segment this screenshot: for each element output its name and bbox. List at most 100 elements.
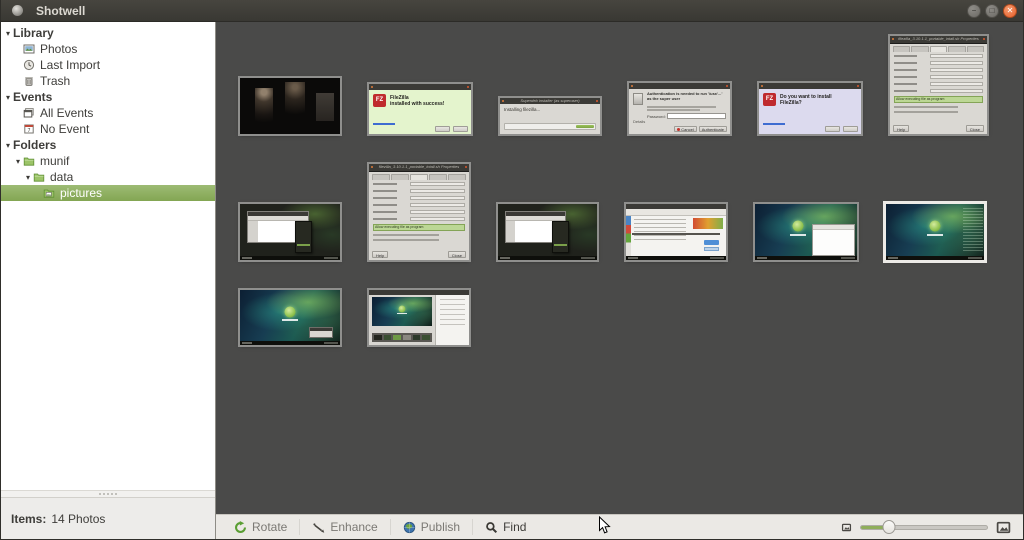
thumbnail-art-detail: filezilla_3.10.1.1_portable_intall.sh Pr… [890, 36, 987, 42]
thumbnail-art-detail: FZDo you want to installFileZilla? [759, 89, 861, 134]
thumbnail-art-detail [410, 203, 465, 207]
photo-thumbnail[interactable]: FZDo you want to installFileZilla? [759, 83, 861, 134]
thumbnail-size-large-icon[interactable] [996, 520, 1011, 535]
thumbnail-art-detail [373, 182, 465, 186]
sidebar-item-munif[interactable]: ▾munif [1, 153, 215, 169]
thumbnail-art-detail [927, 234, 943, 236]
thumbnail-art-detail [894, 83, 917, 85]
expander-icon[interactable]: ▾ [3, 93, 13, 102]
publish-button[interactable]: Publish [393, 517, 470, 538]
thumbnail-size-small-icon[interactable] [841, 522, 852, 533]
thumbnail-art-detail [647, 106, 716, 108]
thumbnail-art-detail [410, 196, 465, 200]
grip-dot [111, 493, 113, 495]
sidebar-item-events[interactable]: ▾Events [1, 89, 215, 105]
sidebar-item-folders[interactable]: ▾Folders [1, 137, 215, 153]
thumbnail-art-detail [894, 68, 983, 72]
sidebar-item-label: data [50, 170, 73, 184]
rotate-button[interactable]: Rotate [224, 517, 297, 538]
photo-grid-row: FZFileZillainstalled with success! Superd… [240, 36, 987, 134]
thumbnail-art-detail [894, 111, 958, 113]
thumbnail-art [240, 78, 340, 134]
sidebar-item-data[interactable]: ▾ data [1, 169, 215, 185]
find-button[interactable]: Find [475, 517, 536, 538]
thumbnail-art-detail [240, 341, 340, 345]
sidebar-item-last-import[interactable]: Last Import [1, 57, 215, 73]
photo-thumbnail[interactable] [498, 204, 597, 260]
thumbnail-art-detail: Allow executing file as program [894, 96, 983, 103]
thumbnail-art-detail [399, 305, 406, 312]
thumbnail-art [240, 290, 340, 345]
enhance-button[interactable]: Enhance [302, 517, 387, 538]
photo-thumbnail[interactable] [755, 204, 857, 260]
titlebar[interactable]: Shotwell −□✕ [1, 0, 1023, 22]
toolbar-button-label: Enhance [330, 520, 377, 534]
shotwell-window: Shotwell −□✕ ▾LibraryPhotosLast ImportTr… [0, 0, 1024, 540]
photo-thumbnail[interactable] [369, 290, 469, 345]
thumbnail-art-detail [373, 217, 465, 221]
thumbnail-art-detail: FZ [763, 93, 776, 106]
photo-thumbnail[interactable] [240, 204, 340, 260]
trash-icon [23, 75, 37, 87]
sidebar-item-photos[interactable]: Photos [1, 41, 215, 57]
thumbnail-art-detail [506, 221, 516, 242]
sidebar-item-pictures[interactable]: pictures [1, 185, 215, 201]
thumbnail-art-detail [893, 46, 984, 52]
thumbnail-art-detail: installed with success! [390, 101, 469, 107]
photo-thumbnail[interactable]: filezilla_3.10.1.1_portable_intall.sh Pr… [369, 164, 469, 260]
sidebar-item-library[interactable]: ▾Library [1, 25, 215, 41]
photo-thumbnail[interactable]: Superdeb installer (as superuser)Install… [500, 98, 600, 134]
sidebar-item-trash[interactable]: Trash [1, 73, 215, 89]
thumbnail-art-detail [576, 125, 594, 128]
thumbnail-art-detail [812, 224, 855, 255]
thumbnail-art-detail: Help [372, 251, 388, 258]
thumbnail-art-detail [410, 174, 428, 180]
photo-thumbnail[interactable] [240, 78, 340, 134]
thumbnail-art-detail [894, 76, 917, 78]
sidebar-item-no-event[interactable]: 7No Event [1, 121, 215, 137]
thumbnail-art-detail: HelpClose [372, 251, 466, 258]
minimize-button[interactable]: − [967, 4, 981, 18]
photo-grid-row [240, 290, 469, 345]
thumbnail-art-detail [843, 126, 858, 132]
photo-thumbnail[interactable] [626, 204, 726, 260]
expander-icon[interactable]: ▾ [23, 173, 33, 182]
photo-thumbnail[interactable] [240, 290, 340, 345]
grip-dot [99, 493, 101, 495]
thumbnail-art-detail: Allow executing file as program [894, 54, 983, 122]
photo-thumbnail[interactable]: filezilla_3.10.1.1_portable_intall.sh Pr… [890, 36, 987, 134]
photo-grid-row: filezilla_3.10.1.1_portable_intall.sh Pr… [240, 164, 984, 260]
publish-icon [403, 521, 416, 534]
toolbar-separator [390, 519, 391, 535]
toolbar-button-label: Publish [421, 520, 460, 534]
thumbnail-art-detail [297, 244, 310, 246]
grip-dot [107, 493, 109, 495]
expander-icon[interactable]: ▾ [3, 29, 13, 38]
expander-icon[interactable]: ▾ [3, 141, 13, 150]
close-button[interactable]: ✕ [1003, 4, 1017, 18]
thumbnail-art-detail: FZ [373, 94, 386, 107]
photo-thumbnail[interactable]: FZFileZillainstalled with success! [369, 84, 471, 134]
thumbnail-art-detail [285, 82, 305, 116]
thumbnail-art: filezilla_3.10.1.1_portable_intall.sh Pr… [890, 36, 987, 134]
thumbnail-art-detail: filezilla_3.10.1.1_portable_intall.sh Pr… [890, 36, 987, 43]
photo-grid: FZFileZillainstalled with success! Superd… [216, 22, 1023, 514]
zoom-slider-thumb[interactable] [882, 520, 895, 534]
photo-thumbnail[interactable]: Authentication is needed to run '/usr/…'… [629, 83, 730, 134]
expander-icon[interactable]: ▾ [13, 157, 23, 166]
window-controls: −□ ✕ [967, 4, 1017, 18]
maximize-button[interactable]: □ [985, 4, 999, 18]
sidebar-item-all-events[interactable]: All Events [1, 105, 215, 121]
thumbnail-art-detail [413, 335, 421, 340]
photo-thumbnail[interactable] [886, 204, 984, 260]
thumbnail-art-detail [967, 46, 984, 52]
events-icon [23, 107, 37, 119]
thumbnail-art-detail [894, 62, 917, 64]
app-icon [12, 5, 23, 16]
folder-icon [23, 155, 37, 167]
thumbnail-art-detail: Help [893, 125, 909, 132]
zoom-slider-track[interactable] [860, 525, 988, 530]
thumbnail-art-detail [373, 239, 439, 241]
thumbnail-art-detail [372, 297, 432, 326]
sidebar-resize-grip[interactable] [1, 490, 215, 497]
